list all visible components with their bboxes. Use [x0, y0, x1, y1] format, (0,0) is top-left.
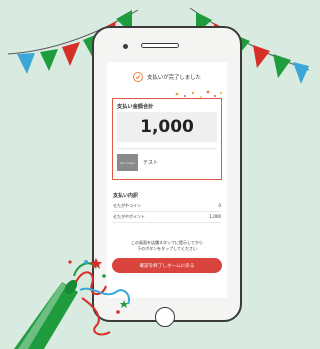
party-horn-icon — [14, 258, 130, 349]
